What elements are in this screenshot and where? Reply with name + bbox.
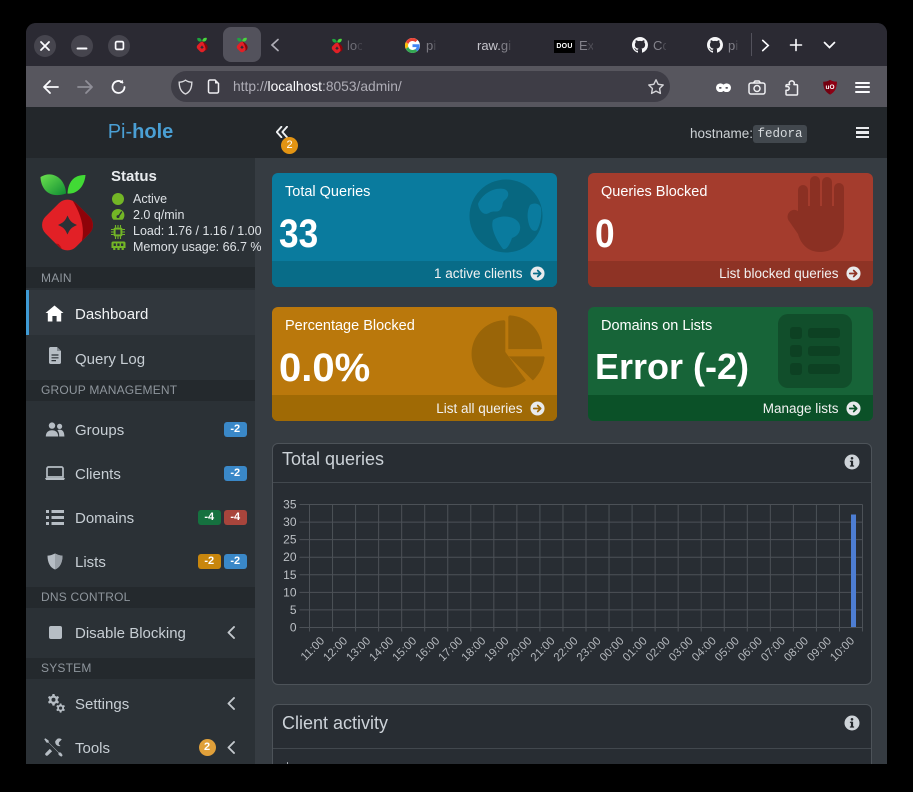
svg-text:23:00: 23:00 (575, 635, 604, 664)
svg-text:17:00: 17:00 (437, 635, 466, 664)
svg-text:25: 25 (283, 533, 297, 547)
svg-text:18:00: 18:00 (460, 635, 489, 664)
svg-text:04:00: 04:00 (690, 635, 719, 664)
svg-text:12:00: 12:00 (321, 635, 350, 664)
svg-text:07:00: 07:00 (759, 635, 788, 664)
svg-text:16:00: 16:00 (414, 635, 443, 664)
svg-text:22:00: 22:00 (552, 635, 581, 664)
svg-text:10:00: 10:00 (828, 635, 857, 664)
svg-text:11:00: 11:00 (299, 635, 327, 663)
svg-text:35: 35 (283, 498, 297, 512)
svg-text:05:00: 05:00 (713, 635, 742, 664)
svg-text:19:00: 19:00 (483, 635, 512, 664)
svg-text:02:00: 02:00 (644, 635, 673, 664)
svg-text:10: 10 (283, 585, 297, 599)
svg-text:00:00: 00:00 (598, 635, 627, 664)
svg-text:13:00: 13:00 (344, 635, 373, 664)
svg-text:03:00: 03:00 (667, 635, 696, 664)
svg-text:20: 20 (283, 550, 297, 564)
svg-text:15: 15 (283, 568, 297, 582)
svg-text:uO: uO (825, 84, 834, 91)
svg-text:09:00: 09:00 (805, 635, 834, 664)
svg-text:01:00: 01:00 (621, 635, 650, 664)
svg-text:5: 5 (290, 603, 297, 617)
svg-text:15:00: 15:00 (390, 635, 419, 664)
svg-text:06:00: 06:00 (736, 635, 765, 664)
svg-text:08:00: 08:00 (782, 635, 811, 664)
svg-text:20:00: 20:00 (506, 635, 535, 664)
svg-text:21:00: 21:00 (529, 635, 558, 664)
svg-text:0: 0 (290, 620, 297, 634)
svg-text:14:00: 14:00 (367, 635, 396, 664)
svg-text:30: 30 (283, 515, 297, 529)
